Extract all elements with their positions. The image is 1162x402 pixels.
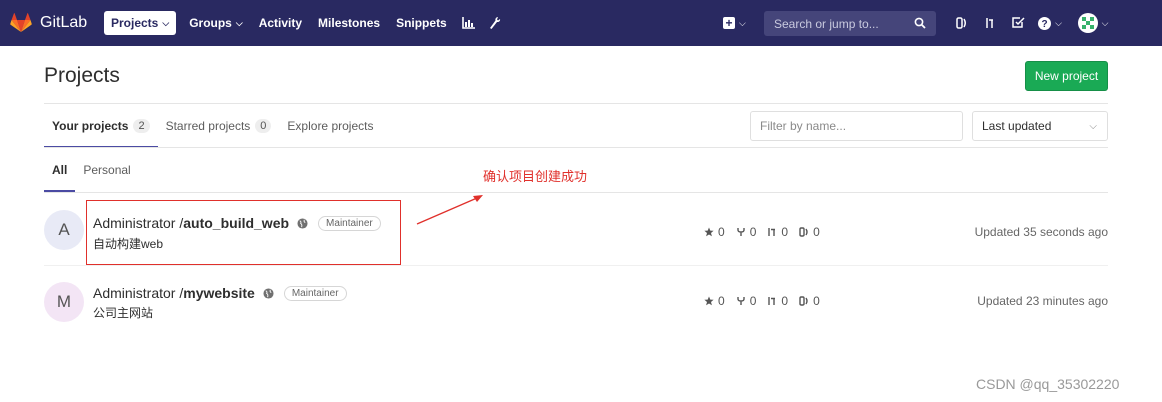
new-item-dropdown[interactable]: + ⌵ — [723, 11, 759, 35]
top-navbar: GitLab Projects ⌵ Groups ⌵ Activity Mile… — [0, 0, 1162, 46]
issues-value: 0 — [813, 225, 820, 239]
merge-request-icon — [768, 228, 776, 236]
count-badge: 2 — [133, 119, 150, 133]
stars-count[interactable]: 0 — [704, 294, 725, 308]
project-stats: 0 0 0 0 — [704, 294, 831, 308]
chevron-down-icon: ⌵ — [1089, 121, 1097, 132]
help-icon: ? — [1038, 16, 1052, 30]
page-title: Projects — [44, 64, 120, 87]
issues-icon — [799, 296, 808, 306]
sort-dropdown[interactable]: Last updated ⌵ — [972, 111, 1108, 141]
chevron-down-icon: ⌵ — [1101, 17, 1109, 28]
annotation-highlight-box — [86, 200, 401, 265]
admin-chart-icon[interactable] — [459, 11, 479, 35]
issues-count[interactable]: 0 — [799, 225, 820, 239]
projects-tabs: Your projects 2 Starred projects 0 Explo… — [44, 104, 381, 148]
updated-time: Updated 23 minutes ago — [977, 294, 1108, 308]
merge-requests-count[interactable]: 0 — [767, 225, 788, 239]
nav-activity-link[interactable]: Activity — [252, 11, 309, 35]
globe-icon — [263, 287, 274, 299]
tab-label: Your projects — [52, 119, 129, 133]
forks-value: 0 — [749, 225, 757, 239]
new-project-button[interactable]: New project — [1025, 61, 1108, 91]
tab-explore-projects[interactable]: Explore projects — [279, 104, 381, 148]
project-filter-tabs: All Personal — [44, 148, 139, 192]
project-description: 公司主网站 — [93, 306, 154, 320]
merge-requests-value: 0 — [781, 225, 789, 239]
tab-starred-projects[interactable]: Starred projects 0 — [158, 104, 280, 148]
merge-request-icon — [768, 297, 776, 305]
fork-icon — [736, 297, 745, 305]
brand-name: GitLab — [40, 14, 88, 31]
chevron-down-icon: ⌵ — [739, 17, 746, 28]
subtab-personal[interactable]: Personal — [75, 148, 138, 192]
nav-groups-dropdown[interactable]: Groups ⌵ — [182, 11, 250, 35]
watermark: CSDN @qq_35302220 — [976, 376, 1120, 392]
merge-requests-count[interactable]: 0 — [767, 294, 788, 308]
divider — [44, 147, 1108, 148]
project-row: M Administrator / mywebsite Maintainer 公… — [44, 266, 1108, 338]
count-badge: 0 — [255, 119, 272, 133]
nav-milestones-link[interactable]: Milestones — [311, 11, 387, 35]
issues-icon — [799, 227, 808, 237]
tab-label: Starred projects — [165, 119, 251, 133]
nav-right-icons: ? ⌵ ⌵ — [948, 0, 1113, 46]
issues-icon[interactable] — [951, 11, 973, 35]
help-dropdown[interactable]: ? ⌵ — [1035, 11, 1065, 35]
project-namespace: Administrator / — [93, 285, 184, 301]
todos-icon[interactable] — [1007, 11, 1029, 35]
project-title[interactable]: Administrator / mywebsite Maintainer — [93, 285, 347, 301]
subtab-all[interactable]: All — [44, 148, 76, 192]
annotation-arrow-icon — [416, 195, 483, 225]
issues-count[interactable]: 0 — [799, 294, 820, 308]
forks-value: 0 — [749, 294, 757, 308]
admin-wrench-icon[interactable] — [485, 11, 505, 35]
star-icon — [704, 227, 714, 237]
tab-your-projects[interactable]: Your projects 2 — [44, 104, 158, 148]
search-input[interactable] — [774, 16, 904, 31]
stars-count[interactable]: 0 — [704, 225, 725, 239]
search-box[interactable] — [764, 11, 936, 36]
role-badge: Maintainer — [283, 285, 347, 301]
gitlab-logo-icon — [10, 13, 32, 32]
issues-value: 0 — [813, 294, 820, 308]
project-avatar[interactable]: M — [44, 282, 84, 322]
nav-projects-dropdown[interactable]: Projects ⌵ — [104, 11, 177, 35]
project-stats: 0 0 0 0 — [704, 225, 831, 239]
updated-time: Updated 35 seconds ago — [974, 225, 1108, 239]
tab-label: Explore projects — [287, 119, 374, 133]
user-menu-dropdown[interactable]: ⌵ — [1076, 11, 1110, 35]
fork-icon — [736, 228, 745, 236]
merge-requests-icon[interactable] — [979, 11, 1001, 35]
search-icon — [914, 17, 926, 29]
nav-projects-label: Projects — [111, 16, 159, 30]
plus-square-icon: + — [723, 17, 735, 29]
project-name: mywebsite — [183, 285, 255, 301]
star-icon — [704, 296, 714, 306]
stars-value: 0 — [718, 225, 725, 239]
annotation-text: 确认项目创建成功 — [483, 169, 588, 184]
nav-snippets-link[interactable]: Snippets — [389, 11, 454, 35]
svg-text:?: ? — [1042, 19, 1048, 30]
gitlab-home-link[interactable]: GitLab — [10, 0, 96, 46]
merge-requests-value: 0 — [781, 294, 789, 308]
project-avatar[interactable]: A — [44, 210, 84, 250]
stars-value: 0 — [718, 294, 725, 308]
chevron-down-icon: ⌵ — [1055, 17, 1062, 28]
filter-by-name-input[interactable]: Filter by name... — [750, 111, 963, 141]
forks-count[interactable]: 0 — [736, 225, 757, 239]
user-avatar-icon — [1077, 13, 1098, 33]
forks-count[interactable]: 0 — [736, 294, 757, 308]
chevron-down-icon: ⌵ — [235, 17, 243, 28]
chevron-down-icon: ⌵ — [162, 17, 170, 28]
nav-groups-label: Groups — [189, 16, 232, 30]
sort-value: Last updated — [982, 119, 1052, 133]
nav-create-area: + ⌵ — [723, 0, 759, 46]
